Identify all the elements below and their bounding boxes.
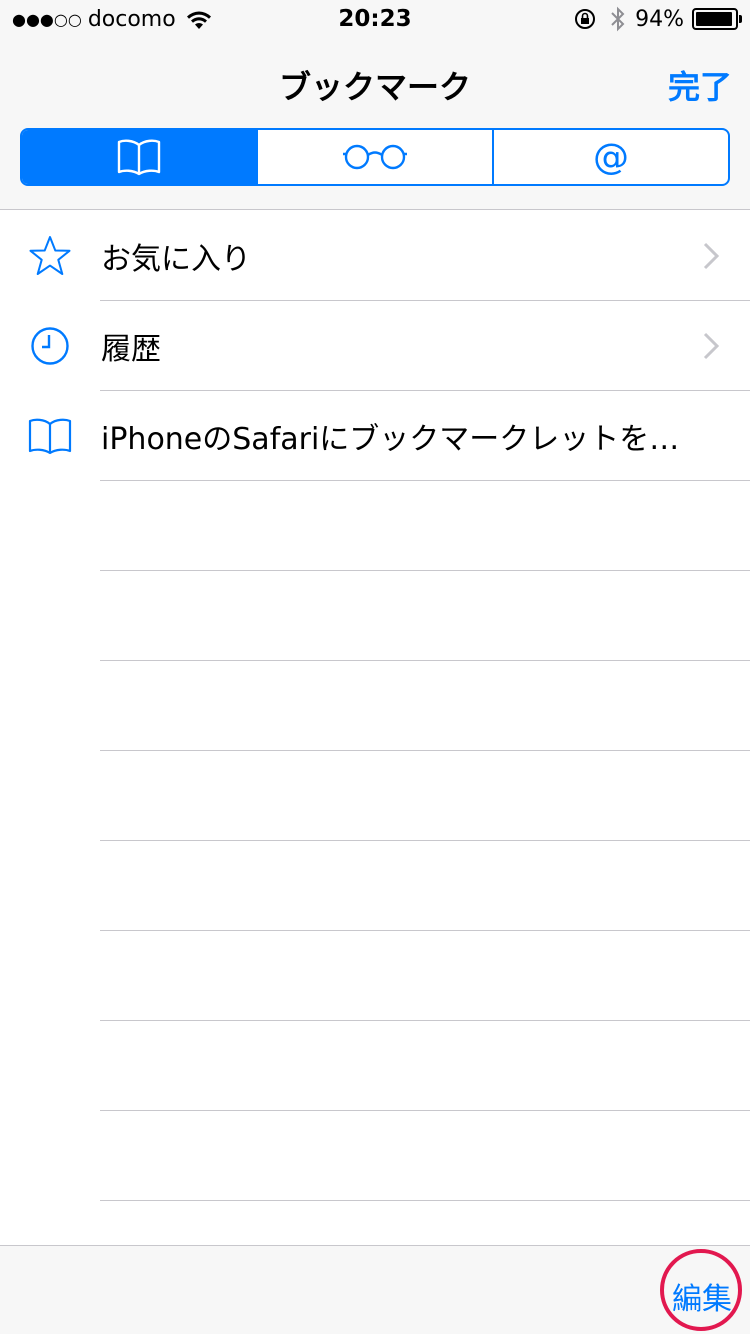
row-divider xyxy=(100,1200,750,1201)
bookmark-list: お気に入り 履歴 iPhoneのSafariにブックマークレットを… xyxy=(0,211,750,1201)
at-icon: @ xyxy=(593,136,629,178)
bluetooth-icon xyxy=(611,6,625,32)
list-item-history[interactable]: 履歴 xyxy=(0,301,750,391)
empty-row xyxy=(0,1111,750,1201)
list-item-label: iPhoneのSafariにブックマークレットを… xyxy=(101,422,680,457)
list-item-label: 履歴 xyxy=(101,332,161,367)
book-icon xyxy=(26,412,74,460)
orientation-lock-icon xyxy=(575,9,596,29)
empty-row xyxy=(0,481,750,571)
bookmark-segmented-control: @ xyxy=(20,128,730,186)
list-item-bookmark[interactable]: iPhoneのSafariにブックマークレットを… xyxy=(0,391,750,481)
segment-reading-list[interactable] xyxy=(258,130,494,184)
page-title: ブックマーク xyxy=(278,68,471,106)
empty-row xyxy=(0,661,750,751)
clock-icon xyxy=(26,322,74,370)
status-bar: ●●●○○ docomo 20:23 94% xyxy=(0,0,750,40)
empty-row xyxy=(0,571,750,661)
glasses-icon xyxy=(343,144,407,170)
chevron-right-icon xyxy=(703,242,720,270)
segment-shared-links[interactable]: @ xyxy=(494,130,728,184)
done-button[interactable]: 完了 xyxy=(668,62,732,108)
status-right: 94% xyxy=(573,6,742,32)
battery-percent: 94% xyxy=(635,6,684,32)
empty-row xyxy=(0,841,750,931)
bottom-toolbar: 編集 xyxy=(0,1245,750,1334)
highlight-circle xyxy=(660,1249,742,1331)
chevron-right-icon xyxy=(703,332,720,360)
list-item-favorites[interactable]: お気に入り xyxy=(0,211,750,301)
book-icon xyxy=(117,139,161,176)
battery-icon xyxy=(692,8,742,30)
navigation-bar: ブックマーク 完了 @ xyxy=(0,40,750,210)
list-item-label: お気に入り xyxy=(101,242,251,277)
battery-fill xyxy=(696,12,732,26)
empty-row xyxy=(0,751,750,841)
star-icon xyxy=(26,232,74,280)
empty-row xyxy=(0,1021,750,1111)
empty-row xyxy=(0,931,750,1021)
segment-bookmarks[interactable] xyxy=(22,130,258,184)
